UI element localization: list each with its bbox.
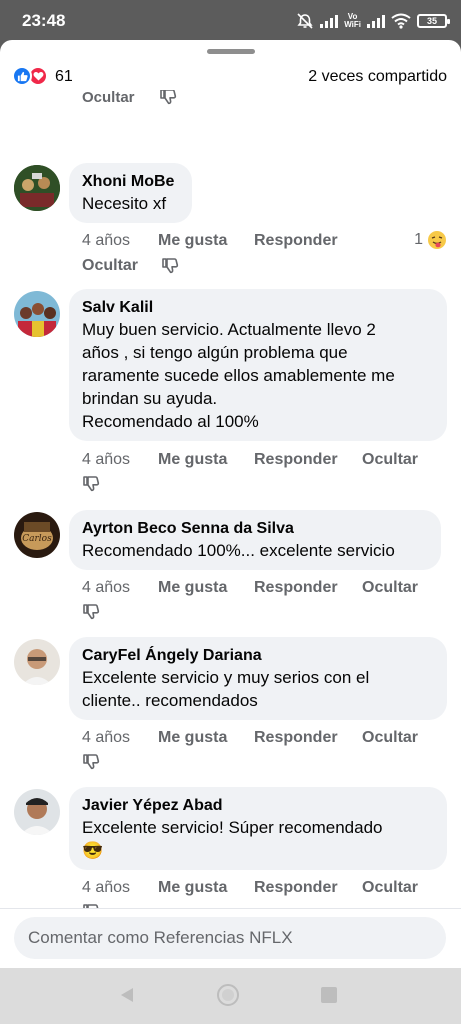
- hide-link[interactable]: Ocultar: [82, 90, 135, 106]
- comment-bubble[interactable]: Salv Kalil Muy buen servicio. Actualment…: [69, 289, 447, 441]
- wifi-icon: [391, 13, 411, 29]
- thumbs-down-icon[interactable]: [82, 753, 100, 771]
- reply-link[interactable]: Responder: [254, 579, 338, 597]
- system-nav-bar: [0, 968, 461, 1024]
- thumbs-down-icon[interactable]: [159, 90, 177, 106]
- reaction-count: 61: [55, 68, 73, 85]
- comment-actions: 4 años Me gusta Responder Ocultar: [82, 728, 452, 773]
- like-link[interactable]: Me gusta: [158, 879, 227, 897]
- comment-bubble[interactable]: Javier Yépez Abad Excelente servicio! Sú…: [69, 787, 447, 870]
- comment-text-line: raramente sucede ellos amablemente me: [82, 366, 395, 385]
- svg-text:Carlos: Carlos: [22, 534, 52, 544]
- thumbs-down-icon[interactable]: [161, 257, 179, 275]
- home-circle-icon[interactable]: [217, 984, 239, 1006]
- comment-bubble[interactable]: Xhoni MoBe Necesito xf: [69, 163, 192, 223]
- comment-text-emoji: 😎: [82, 841, 104, 860]
- thumbs-down-icon[interactable]: [82, 475, 100, 493]
- laughing-tongue-emoji-icon: [428, 231, 446, 249]
- comment-text-line: cliente.. recomendados: [82, 691, 258, 710]
- reaction-count: 1: [414, 231, 423, 248]
- comment-time[interactable]: 4 años: [82, 451, 130, 469]
- alarm-off-icon: [297, 13, 313, 29]
- back-triangle-icon[interactable]: [118, 986, 136, 1004]
- comment-composer-bar: Comentar como Referencias NFLX: [0, 908, 461, 968]
- hide-link[interactable]: Ocultar: [362, 579, 418, 597]
- comment-author[interactable]: CaryFel Ángely Dariana: [82, 645, 434, 666]
- comment-actions: 4 años Me gusta Responder Ocultar: [82, 578, 452, 623]
- like-link[interactable]: Me gusta: [158, 579, 227, 597]
- comment-time[interactable]: 4 años: [82, 729, 130, 747]
- comment-actions: 4 años Me gusta Responder Ocultar: [82, 878, 452, 908]
- comment-time[interactable]: 4 años: [82, 232, 130, 250]
- comment-text-line: Muy buen servicio. Actualmente llevo 2: [82, 320, 376, 339]
- like-link[interactable]: Me gusta: [158, 451, 227, 469]
- signal-icon-2: [367, 14, 385, 28]
- sheet-drag-handle[interactable]: [207, 49, 255, 54]
- comment-time[interactable]: 4 años: [82, 879, 130, 897]
- comment-actions: 4 años Me gusta Responder Ocultar: [82, 231, 452, 276]
- thumbs-down-icon[interactable]: [82, 603, 100, 621]
- avatar[interactable]: Carlos: [14, 512, 60, 558]
- avatar[interactable]: [14, 789, 60, 835]
- status-time: 23:48: [22, 11, 66, 30]
- comment-text-line: años , si tengo algún problema que: [82, 343, 348, 362]
- comment-actions: 4 años Me gusta Responder Ocultar: [82, 450, 452, 495]
- reactions-summary[interactable]: 61 2 veces compartido: [0, 60, 461, 90]
- reply-link[interactable]: Responder: [254, 232, 338, 250]
- comment-text: Necesito xf: [82, 194, 167, 213]
- signal-icon: [320, 14, 339, 28]
- reply-link[interactable]: Responder: [254, 729, 338, 747]
- status-bar: 23:48 Vo WiFi 35: [0, 0, 461, 40]
- reaction-icons: [12, 66, 48, 86]
- comment-text-line: brindan su ayuda.: [82, 389, 218, 408]
- comment-author[interactable]: Javier Yépez Abad: [82, 795, 434, 816]
- comment-author[interactable]: Ayrton Beco Senna da Silva: [82, 518, 428, 539]
- comments-sheet: 61 2 veces compartido Ocultar Xhoni MoBe…: [0, 40, 461, 968]
- comment-input[interactable]: Comentar como Referencias NFLX: [14, 917, 446, 959]
- vowifi-icon: Vo WiFi: [344, 12, 361, 29]
- comment-author[interactable]: Xhoni MoBe: [82, 171, 179, 192]
- comment-text: Recomendado 100%... excelente servicio: [82, 541, 395, 560]
- comment-time[interactable]: 4 años: [82, 579, 130, 597]
- comment-author[interactable]: Salv Kalil: [82, 297, 434, 318]
- avatar[interactable]: [14, 291, 60, 337]
- hide-link[interactable]: Ocultar: [362, 451, 418, 469]
- comment-list[interactable]: Ocultar Xhoni MoBe Necesito xf 4 años Me…: [0, 90, 461, 908]
- hide-link[interactable]: Ocultar: [82, 257, 138, 275]
- battery-icon: 35: [417, 14, 450, 28]
- previous-comment-actions: Ocultar: [82, 90, 177, 106]
- comment-text-line: Excelente servicio y muy serios con el: [82, 668, 370, 687]
- reply-link[interactable]: Responder: [254, 451, 338, 469]
- reply-link[interactable]: Responder: [254, 879, 338, 897]
- hide-link[interactable]: Ocultar: [362, 879, 418, 897]
- avatar[interactable]: [14, 165, 60, 211]
- comment-text-line: Recomendado al 100%: [82, 412, 259, 431]
- hide-link[interactable]: Ocultar: [362, 729, 418, 747]
- avatar[interactable]: [14, 639, 60, 685]
- comment-bubble[interactable]: Ayrton Beco Senna da Silva Recomendado 1…: [69, 510, 441, 570]
- recent-apps-square-icon[interactable]: [321, 987, 337, 1003]
- comment-bubble[interactable]: CaryFel Ángely Dariana Excelente servici…: [69, 637, 447, 720]
- like-reaction-icon: [12, 66, 32, 86]
- comment-text-line: Excelente servicio! Súper recomendado: [82, 818, 383, 837]
- comment-reaction-badge[interactable]: 1: [414, 230, 447, 250]
- share-count[interactable]: 2 veces compartido: [308, 68, 447, 86]
- like-link[interactable]: Me gusta: [158, 729, 227, 747]
- like-link[interactable]: Me gusta: [158, 232, 227, 250]
- status-icons: Vo WiFi 35: [296, 10, 450, 32]
